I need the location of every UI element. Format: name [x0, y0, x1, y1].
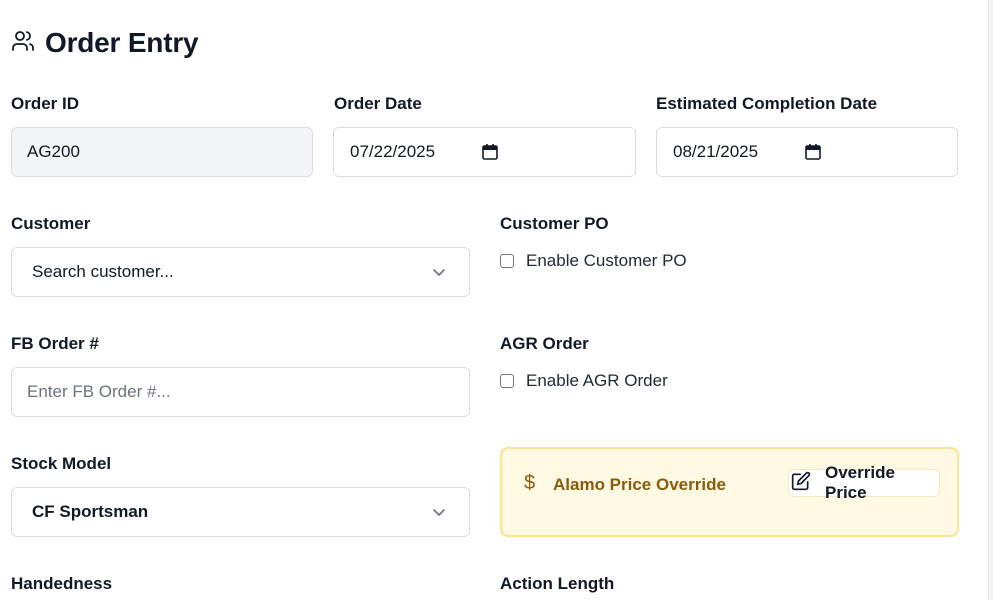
order-date-input[interactable]: 07/22/2025: [333, 127, 636, 177]
stock-model-select[interactable]: CF Sportsman: [11, 487, 470, 537]
completion-date-input[interactable]: 08/21/2025: [656, 127, 958, 177]
completion-date-value: 08/21/2025: [673, 142, 759, 161]
customer-po-label: Customer PO: [500, 214, 609, 233]
edit-icon: [791, 471, 825, 496]
customer-label: Customer: [11, 214, 91, 233]
customer-po-toggle[interactable]: Enable Customer PO: [500, 251, 687, 271]
action-length-label: Action Length: [500, 574, 615, 593]
agr-order-label: AGR Order: [500, 334, 589, 353]
order-id-value: AG200: [27, 142, 80, 161]
override-price-button[interactable]: Override Price: [788, 463, 940, 502]
agr-order-toggle[interactable]: Enable AGR Order: [500, 371, 668, 391]
price-override-title: Alamo Price Override: [553, 475, 726, 494]
fb-order-placeholder: Enter FB Order #...: [27, 382, 171, 401]
price-override-panel: $ Alamo Price Override Override Price: [500, 447, 959, 537]
calendar-icon[interactable]: [804, 143, 822, 161]
page-header: Order Entry: [11, 27, 199, 59]
chevron-down-icon: [431, 504, 447, 520]
order-date-label: Order Date: [334, 94, 422, 113]
customer-po-checkbox-label: Enable Customer PO: [526, 251, 687, 270]
order-id-label: Order ID: [11, 94, 80, 113]
stock-model-value: CF Sportsman: [32, 502, 149, 521]
dollar-icon: $: [524, 472, 536, 494]
customer-select-placeholder: Search customer...: [32, 262, 174, 281]
calendar-icon[interactable]: [481, 143, 499, 161]
customer-po-checkbox[interactable]: [500, 254, 514, 268]
completion-date-label: Estimated Completion Date: [656, 94, 878, 113]
stock-model-label: Stock Model: [11, 454, 112, 473]
fb-order-input[interactable]: Enter FB Order #...: [11, 367, 470, 417]
fb-order-label: FB Order #: [11, 334, 99, 353]
agr-order-checkbox-label: Enable AGR Order: [526, 371, 668, 390]
users-icon: [11, 29, 35, 58]
order-date-value: 07/22/2025: [350, 142, 436, 161]
page-title: Order Entry: [45, 27, 199, 58]
override-price-label: Override Price: [825, 463, 895, 502]
handedness-label: Handedness: [11, 574, 113, 593]
customer-select[interactable]: Search customer...: [11, 247, 470, 297]
order-id-field: AG200: [11, 127, 313, 177]
chevron-down-icon: [431, 264, 447, 280]
agr-order-checkbox[interactable]: [500, 374, 514, 388]
